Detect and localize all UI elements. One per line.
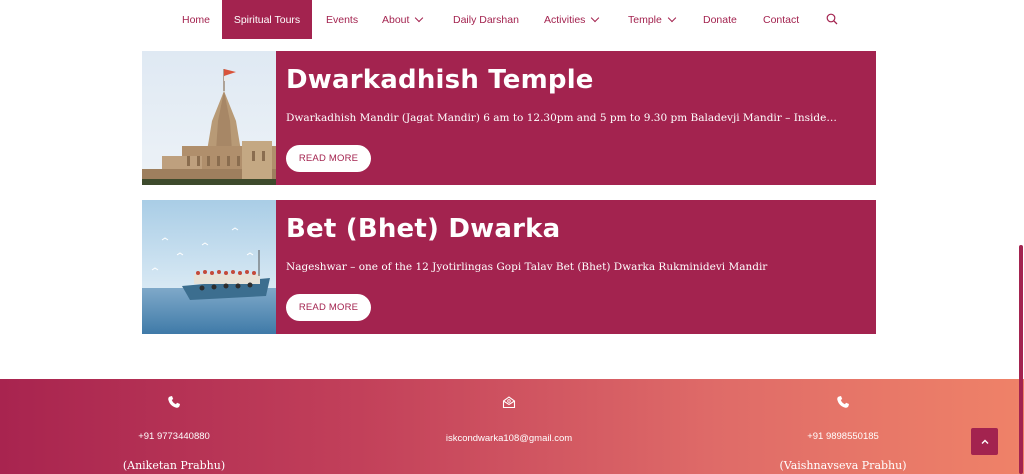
nav-activities[interactable]: Activities bbox=[544, 0, 600, 39]
nav-contact-label: Contact bbox=[763, 13, 800, 26]
nav-activities-label: Activities bbox=[544, 13, 586, 26]
contact-email-address[interactable]: iskcondwarka108@gmail.com bbox=[409, 433, 609, 444]
contact-phone-number[interactable]: +91 9898550185 bbox=[743, 431, 943, 442]
nav-daily-darshan-label: Daily Darshan bbox=[453, 13, 519, 26]
nav-events[interactable]: Events bbox=[326, 0, 358, 39]
contact-phone-number[interactable]: +91 9773440880 bbox=[74, 431, 274, 442]
nav-spiritual-tours-label: Spiritual Tours bbox=[233, 13, 301, 26]
nav-home-label: Home bbox=[182, 13, 211, 26]
chevron-down-icon bbox=[415, 13, 424, 22]
chevron-up-icon bbox=[981, 439, 988, 444]
read-more-button[interactable]: READ MORE bbox=[286, 294, 371, 321]
nav-temple-label: Temple bbox=[628, 13, 662, 26]
nav-home[interactable]: Home bbox=[182, 0, 210, 39]
main-nav: Home Spiritual Tours Events About Daily … bbox=[0, 0, 1024, 39]
nav-about[interactable]: About bbox=[382, 0, 424, 39]
nav-daily-darshan[interactable]: Daily Darshan bbox=[453, 0, 519, 39]
tour-card-dwarkadhish: Dwarkadhish Temple Dwarkadhish Mandir (J… bbox=[142, 51, 876, 185]
card-title[interactable]: Dwarkadhish Temple bbox=[286, 65, 594, 95]
chevron-down-icon bbox=[667, 13, 677, 22]
read-more-button[interactable]: READ MORE bbox=[286, 145, 371, 172]
card-excerpt: Dwarkadhish Mandir (Jagat Mandir) 6 am t… bbox=[286, 112, 837, 124]
nav-spiritual-tours[interactable]: Spiritual Tours bbox=[222, 0, 312, 39]
page-scrollbar[interactable] bbox=[1019, 245, 1023, 474]
contact-person-name: (Aniketan Prabhu) bbox=[122, 459, 226, 472]
card-title[interactable]: Bet (Bhet) Dwarka bbox=[286, 214, 560, 244]
dwarkadhish-temple-image[interactable] bbox=[142, 51, 276, 185]
contact-footer: +91 9773440880 (Aniketan Prabhu) iskcond… bbox=[0, 379, 1024, 474]
tour-card-bet-dwarka: Bet (Bhet) Dwarka Nageshwar – one of the… bbox=[142, 200, 876, 334]
nav-donate-label: Donate bbox=[703, 13, 737, 26]
nav-events-label: Events bbox=[326, 13, 359, 26]
nav-temple[interactable]: Temple bbox=[628, 0, 677, 39]
phone-icon bbox=[837, 396, 849, 408]
contact-person-name: (Vaishnavseva Prabhu) bbox=[779, 459, 907, 472]
nav-about-label: About bbox=[382, 13, 410, 26]
card-excerpt: Nageshwar – one of the 12 Jyotirlingas G… bbox=[286, 261, 768, 273]
scroll-to-top-button[interactable] bbox=[971, 428, 998, 455]
envelope-icon bbox=[502, 396, 516, 409]
phone-icon bbox=[168, 396, 180, 408]
bet-dwarka-image[interactable] bbox=[142, 200, 276, 334]
chevron-down-icon bbox=[591, 13, 600, 22]
nav-donate[interactable]: Donate bbox=[703, 0, 737, 39]
nav-contact[interactable]: Contact bbox=[763, 0, 799, 39]
search-icon[interactable] bbox=[826, 13, 838, 25]
